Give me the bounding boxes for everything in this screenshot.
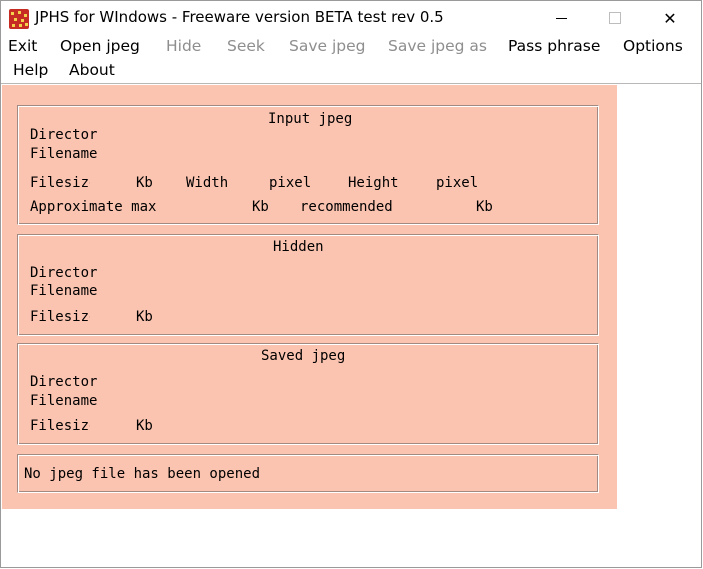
close-button[interactable]: ✕ — [647, 1, 693, 35]
input-width-pixel: pixel — [269, 175, 312, 191]
input-filesize-kb: Kb — [136, 175, 153, 191]
saved-filesize-label: Filesize — [30, 418, 90, 434]
menu-help[interactable]: Help — [13, 61, 48, 79]
menu-options[interactable]: Options — [623, 37, 683, 55]
minimize-button[interactable] — [538, 1, 584, 35]
input-width-label: Width — [186, 175, 229, 191]
hidden-filename-label: Filename — [30, 283, 98, 299]
input-filename-label: Filename — [30, 146, 98, 162]
saved-jpeg-title: Saved jpeg — [261, 348, 346, 364]
input-approx-max-label: Approximate max — [30, 199, 157, 215]
menu-save-jpeg-as[interactable]: Save jpeg as — [388, 37, 487, 55]
input-height-pixel: pixel — [436, 175, 479, 191]
menu-bar: Exit Open jpeg Hide Seek Save jpeg Save … — [1, 35, 701, 84]
menu-open-jpeg[interactable]: Open jpeg — [60, 37, 140, 55]
jphs-app-icon[interactable] — [9, 9, 29, 29]
hidden-directory-label: Directory — [30, 265, 98, 281]
menu-seek[interactable]: Seek — [227, 37, 265, 55]
maximize-icon — [609, 12, 621, 24]
menu-hide[interactable]: Hide — [166, 37, 201, 55]
input-recommended-label: recommended — [300, 199, 393, 215]
title-bar[interactable]: JPHS for WIndows - Freeware version BETA… — [1, 1, 701, 35]
saved-directory-label: Directory — [30, 374, 98, 390]
menu-save-jpeg[interactable]: Save jpeg — [289, 37, 366, 55]
menu-about[interactable]: About — [69, 61, 115, 79]
saved-filename-label: Filename — [30, 393, 98, 409]
minimize-icon — [555, 17, 567, 19]
input-height-label: Height — [348, 175, 399, 191]
hidden-title: Hidden — [273, 239, 324, 255]
status-panel: No jpeg file has been opened — [17, 454, 599, 493]
input-directory-label: Directory — [30, 127, 98, 143]
hidden-panel: Hidden Directory Filename Filesize Kb — [17, 234, 599, 336]
saved-jpeg-panel: Saved jpeg Directory Filename Filesize K… — [17, 343, 599, 445]
menu-exit[interactable]: Exit — [8, 37, 37, 55]
input-jpeg-panel: Input jpeg Directory Filename Filesize K… — [17, 105, 599, 225]
app-window: JPHS for WIndows - Freeware version BETA… — [0, 0, 702, 568]
saved-filesize-kb: Kb — [136, 418, 153, 434]
window-title: JPHS for WIndows - Freeware version BETA… — [35, 8, 444, 26]
input-jpeg-title: Input jpeg — [268, 111, 353, 127]
input-approx-max-kb: Kb — [252, 199, 269, 215]
hidden-filesize-kb: Kb — [136, 309, 153, 325]
status-message: No jpeg file has been opened — [24, 466, 261, 482]
input-recommended-kb: Kb — [476, 199, 493, 215]
input-filesize-label: Filesize — [30, 175, 90, 191]
maximize-button[interactable] — [592, 1, 638, 35]
main-client-area: Input jpeg Directory Filename Filesize K… — [2, 85, 617, 509]
menu-pass-phrase[interactable]: Pass phrase — [508, 37, 600, 55]
close-icon: ✕ — [663, 8, 677, 28]
hidden-filesize-label: Filesize — [30, 309, 90, 325]
